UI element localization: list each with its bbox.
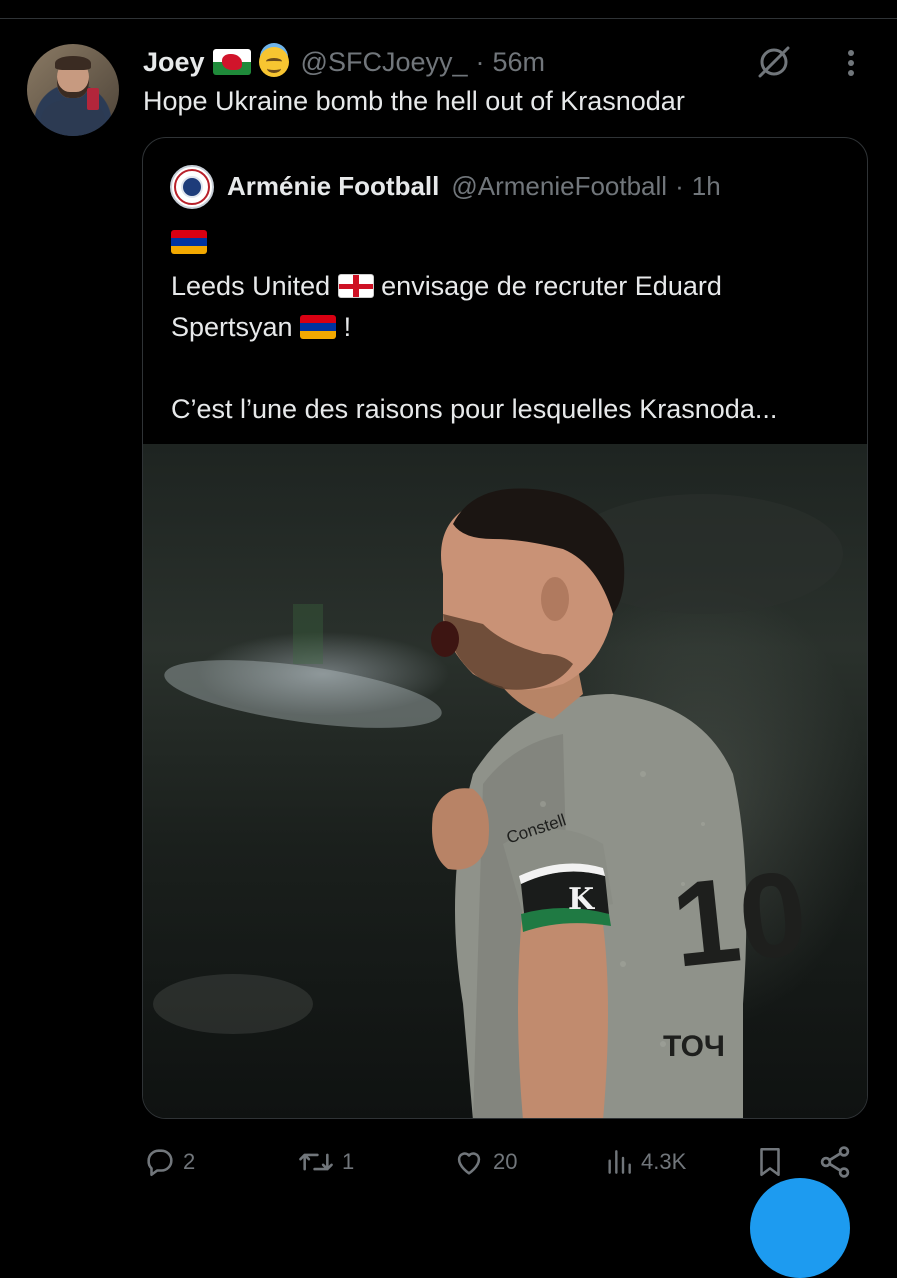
bookmark-icon — [760, 1147, 780, 1177]
quoted-line-1b: envisage de recruter Eduard — [381, 271, 722, 301]
views-count: 4.3K — [641, 1149, 687, 1174]
svg-text:K: K — [568, 882, 595, 917]
smiling-halo-emoji-icon — [258, 47, 289, 77]
reply-count: 2 — [183, 1149, 196, 1174]
separator: · — [475, 46, 485, 77]
armenia-flag-line — [171, 230, 207, 256]
quoted-line-2a: Spertsyan — [171, 312, 293, 342]
tweet-header: Joey @SFCJoeyy_ · 56m — [143, 44, 545, 80]
quoted-text: Leeds United envisage de recruter Eduard… — [171, 266, 851, 430]
quoted-photo[interactable]: 10 K Constell ТОЧ — [143, 444, 867, 1118]
armenia-flag-icon-inline — [300, 315, 337, 339]
tweet-text: Hope Ukraine bomb the hell out of Krasno… — [143, 86, 685, 116]
quoted-avatar[interactable] — [170, 165, 214, 209]
share-button[interactable] — [817, 1140, 853, 1184]
tweet-actions: 2 1 20 4.3K — [143, 1140, 873, 1184]
svg-text:ТОЧ: ТОЧ — [663, 1030, 725, 1063]
england-flag-icon — [337, 274, 374, 298]
author-handle[interactable]: @SFCJoeyy_ — [301, 47, 468, 78]
reply-button[interactable]: 2 — [143, 1140, 195, 1184]
like-button[interactable]: 20 — [451, 1140, 517, 1184]
views-button[interactable]: 4.3K — [603, 1140, 686, 1184]
quoted-author-name[interactable]: Arménie Football — [227, 171, 439, 202]
like-count: 20 — [493, 1149, 518, 1174]
avatar[interactable] — [27, 44, 119, 136]
quoted-tweet[interactable]: Arménie Football @ArmenieFootball · 1h L… — [142, 137, 868, 1119]
share-icon — [820, 1146, 850, 1178]
quoted-author-handle[interactable]: @ArmenieFootball — [451, 171, 667, 202]
bookmark-button[interactable] — [753, 1140, 787, 1184]
grok-icon[interactable] — [754, 44, 794, 80]
like-icon — [457, 1152, 481, 1175]
quoted-line-1: Leeds United envisage de recruter Eduard — [171, 266, 851, 307]
avatar-hair — [55, 56, 91, 70]
author-name[interactable]: Joey — [143, 47, 205, 78]
repost-icon — [299, 1153, 333, 1171]
player-photo-illustration: 10 K Constell ТОЧ — [153, 488, 843, 1118]
repost-button[interactable]: 1 — [296, 1140, 354, 1184]
wales-flag-icon — [212, 49, 251, 75]
quoted-line-1a: Leeds United — [171, 271, 331, 301]
armenia-flag-icon — [171, 230, 207, 254]
svg-text:10: 10 — [666, 846, 813, 993]
quoted-header: Arménie Football @ArmenieFootball · 1h — [227, 168, 721, 204]
reply-icon — [147, 1149, 173, 1177]
avatar-phone — [87, 88, 99, 110]
quoted-timestamp: 1h — [691, 170, 721, 201]
more-icon[interactable] — [836, 46, 866, 80]
quoted-line-2b: ! — [343, 312, 352, 342]
quoted-line-2: Spertsyan ! — [171, 307, 851, 348]
divider — [0, 18, 897, 19]
views-icon — [608, 1150, 631, 1174]
quoted-paragraph-2: C’est l’une des raisons pour lesquelles … — [171, 394, 778, 424]
repost-count: 1 — [342, 1149, 355, 1174]
compose-button[interactable] — [750, 1178, 850, 1278]
timestamp[interactable]: 56m — [493, 47, 546, 78]
quoted-separator: · — [675, 170, 684, 201]
